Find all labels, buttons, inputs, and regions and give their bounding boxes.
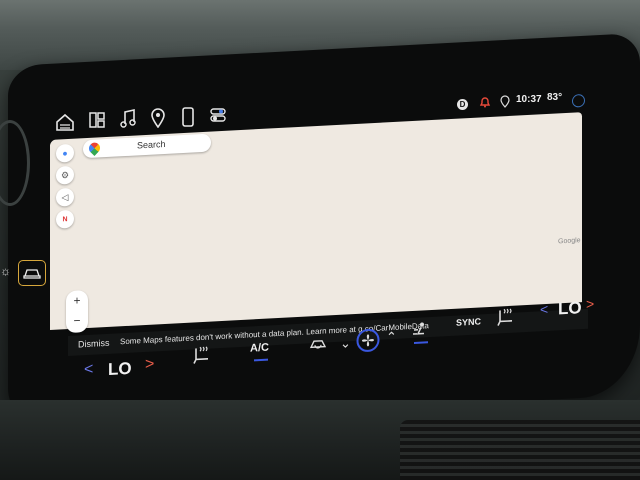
camera-view-button[interactable]	[18, 260, 46, 286]
fan-decrease-button[interactable]: ⌄	[340, 335, 351, 352]
toggles-icon[interactable]	[210, 107, 226, 123]
google-maps-icon	[86, 140, 103, 156]
clock: 10:37	[516, 94, 542, 105]
right-temp-decrease-button[interactable]: <	[540, 301, 548, 317]
left-temperature: LO	[108, 358, 132, 380]
zoom-out-button[interactable]: −	[66, 310, 88, 331]
phone-icon[interactable]	[182, 107, 194, 127]
left-temp-increase-button[interactable]: >	[145, 356, 154, 374]
alert-bell-icon[interactable]	[479, 96, 491, 108]
heated-seat-left-icon[interactable]	[190, 344, 214, 365]
right-temperature: LO	[558, 298, 582, 319]
search-bar[interactable]: Search	[83, 133, 211, 159]
settings-gear-icon[interactable]: ⚙	[56, 165, 74, 185]
right-temp-increase-button[interactable]: >	[586, 296, 594, 312]
heated-seat-right-icon[interactable]	[494, 307, 518, 328]
search-placeholder: Search	[137, 138, 166, 151]
home-icon[interactable]	[55, 113, 75, 131]
google-attribution: Google	[558, 237, 581, 246]
left-side-controls: ☼	[0, 258, 48, 288]
drive-mode-icon: D	[457, 99, 468, 110]
ac-indicator	[254, 358, 268, 362]
location-pin-icon[interactable]	[151, 108, 165, 128]
compass-label: N	[62, 215, 68, 223]
location-status-icon	[500, 95, 510, 108]
zoom-in-button[interactable]: +	[66, 290, 88, 311]
brightness-icon[interactable]: ☼	[0, 264, 11, 278]
recirculation-icon[interactable]	[308, 336, 328, 351]
fan-increase-button[interactable]: ⌃	[386, 329, 397, 346]
volume-icon[interactable]: ◁	[56, 187, 74, 207]
zoom-controls: + −	[66, 290, 88, 334]
air-vent	[400, 420, 640, 480]
music-icon[interactable]	[120, 109, 136, 129]
grid-icon[interactable]	[88, 111, 106, 129]
air-distribution-indicator	[414, 341, 428, 344]
air-distribution-icon[interactable]	[410, 321, 430, 340]
outside-temperature: 83°	[547, 92, 563, 103]
compass-icon[interactable]: N	[56, 209, 74, 229]
microphone-icon[interactable]: ●	[56, 143, 74, 163]
left-temp-decrease-button[interactable]: <	[84, 361, 93, 379]
ac-button[interactable]: A/C	[250, 342, 269, 355]
car-front-icon	[23, 269, 41, 279]
sync-button[interactable]: SYNC	[456, 316, 481, 327]
fan-icon[interactable]	[356, 328, 380, 353]
map-view[interactable]: ● Search ⚙ ◁ N Google + −	[50, 93, 585, 334]
